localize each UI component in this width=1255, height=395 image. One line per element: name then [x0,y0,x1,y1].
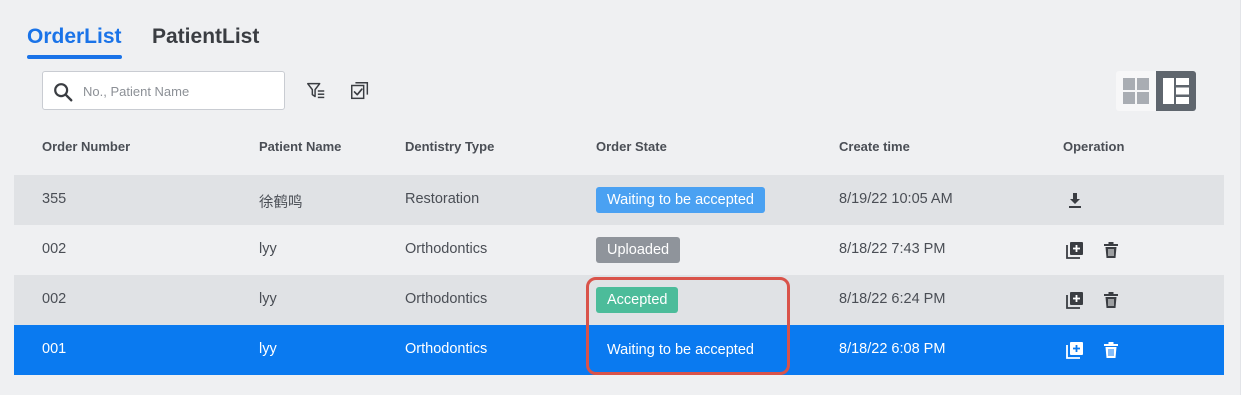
patient-name: lyy [259,291,277,307]
grid-view-icon [1123,78,1149,104]
search-icon [54,83,73,102]
filter-icon[interactable] [305,80,327,102]
copy-add-icon[interactable] [1065,290,1085,310]
table-row-selected[interactable]: 001 lyy Orthodontics Waiting to be accep… [14,325,1224,375]
table-row[interactable]: 355 徐鹤鸣 Restoration Waiting to be accept… [14,175,1224,225]
table-row[interactable]: 002 lyy Orthodontics Accepted 8/18/22 6:… [14,275,1224,325]
order-state-badge: Accepted [596,287,679,313]
patient-name: 徐鹤鸣 [259,195,303,211]
order-number: 002 [42,241,67,257]
checklist-icon[interactable] [349,80,371,102]
delete-icon[interactable] [1101,240,1121,260]
view-toggle [1116,71,1196,111]
table-header: Order Number Patient Name Dentistry Type… [14,130,1224,164]
create-time: 8/18/22 6:24 PM [839,291,946,307]
active-tab-underline [27,55,122,59]
order-number: 001 [42,341,67,357]
tab-patientlist[interactable]: PatientList [152,25,259,49]
search-box [42,71,285,110]
search-input[interactable] [83,80,278,102]
delete-icon[interactable] [1101,290,1121,310]
column-header-dentistry-type[interactable]: Dentistry Type [405,139,494,154]
patient-name: lyy [259,241,277,257]
order-state-badge: Waiting to be accepted [607,342,754,358]
grid-view-button[interactable] [1116,71,1156,111]
tab-orderlist[interactable]: OrderList [27,25,122,49]
list-view-icon [1163,78,1189,104]
copy-add-icon[interactable] [1065,240,1085,260]
list-view-button[interactable] [1156,71,1196,111]
order-number: 355 [42,191,67,207]
create-time: 8/18/22 6:08 PM [839,341,946,357]
dentistry-type: Orthodontics [405,241,488,257]
column-header-operation: Operation [1063,139,1125,154]
dentistry-type: Orthodontics [405,291,488,307]
dentistry-type: Restoration [405,191,480,207]
order-state-badge: Waiting to be accepted [596,187,765,213]
table-row[interactable]: 002 lyy Orthodontics Uploaded 8/18/22 7:… [14,225,1224,275]
create-time: 8/18/22 7:43 PM [839,241,946,257]
order-number: 002 [42,291,67,307]
column-header-create-time[interactable]: Create time [839,139,910,154]
order-state-badge: Uploaded [596,237,681,263]
delete-icon[interactable] [1101,340,1121,360]
column-header-order-number[interactable]: Order Number [42,139,130,154]
download-icon[interactable] [1065,190,1085,210]
scroll-edge [1240,0,1255,395]
dentistry-type: Orthodontics [405,341,488,357]
copy-add-icon[interactable] [1065,340,1085,360]
create-time: 8/19/22 10:05 AM [839,191,953,207]
patient-name: lyy [259,341,277,357]
column-header-patient-name[interactable]: Patient Name [259,139,341,154]
column-header-order-state[interactable]: Order State [596,139,667,154]
